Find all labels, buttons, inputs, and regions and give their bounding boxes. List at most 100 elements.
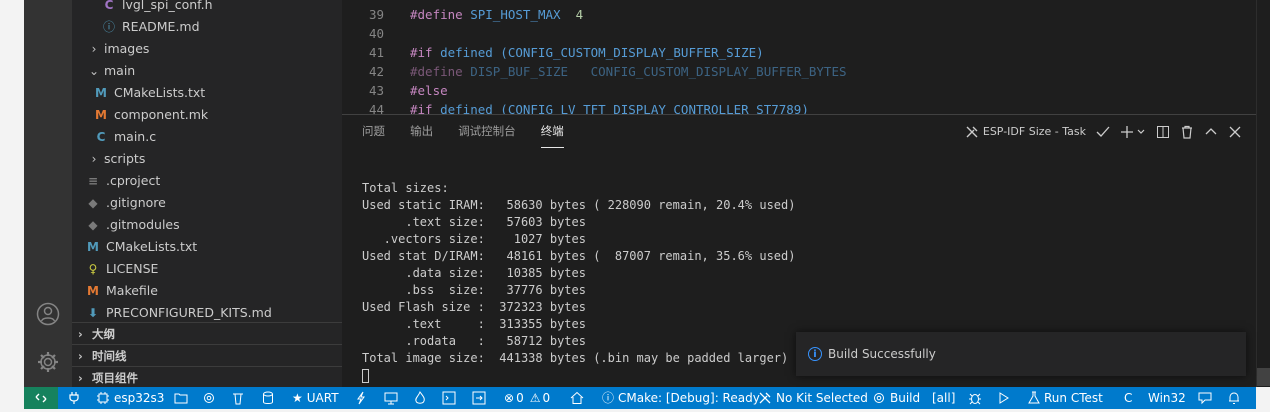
settings-file-icon: ≡ [87, 174, 99, 188]
terminal-output[interactable]: Total sizes: Used static IRAM: 58630 byte… [362, 180, 795, 367]
debug-icon[interactable] [968, 387, 986, 409]
tree-folder-scripts[interactable]: › scripts [72, 148, 342, 170]
terminal-cursor [362, 369, 369, 383]
makefile-icon: M [87, 284, 99, 298]
home-icon[interactable] [570, 387, 588, 409]
code-line: 43 #else [342, 81, 448, 100]
gear-icon[interactable] [202, 387, 220, 409]
terminal-line: .text size: 57603 bytes [362, 215, 586, 229]
tree-item-main-c[interactable]: Cmain.c [72, 126, 342, 148]
section-project-components[interactable]: › 项目组件 [72, 366, 342, 388]
tree-item-label: scripts [104, 151, 146, 166]
remote-indicator[interactable] [24, 387, 58, 409]
code-line: 40 [342, 24, 410, 43]
tree-item-cproject[interactable]: ≡ .cproject [72, 170, 342, 192]
cmake-file-icon: M [95, 86, 107, 100]
terminal-line: Total image size: 441338 bytes (.bin may… [362, 351, 789, 365]
platform-selector[interactable]: Win32 [1148, 387, 1186, 409]
notification-message: Build Successfully [828, 347, 936, 361]
new-terminal-button[interactable] [1120, 125, 1146, 139]
tree-folder-images[interactable]: › images [72, 38, 342, 60]
tree-item-main-cmakelists[interactable]: M CMakeLists.txt [72, 82, 342, 104]
tab-debug-console[interactable]: 调试控制台 [458, 115, 516, 148]
section-timeline[interactable]: › 时间线 [72, 344, 342, 366]
flame-icon[interactable] [414, 387, 430, 409]
error-count: 0 [516, 391, 524, 405]
tree-item-readme[interactable]: ⓘ README.md [72, 16, 342, 38]
flash-icon[interactable] [356, 387, 370, 409]
code-text: DISP_BUF_SIZE CONFIG_CUSTOM_DISPLAY_BUFF… [462, 64, 847, 79]
language-mode[interactable]: C [1124, 387, 1132, 409]
feedback-icon[interactable] [1198, 387, 1216, 409]
cmake-label: CMake: [Debug]: Ready [618, 391, 760, 405]
play-icon[interactable] [998, 387, 1014, 409]
tab-terminal[interactable]: 终端 [540, 116, 564, 148]
uart-button[interactable]: ★ UART [292, 387, 339, 409]
split-terminal-icon[interactable] [1156, 125, 1170, 139]
run-task-icon[interactable] [472, 387, 490, 409]
build-button[interactable]: Build [872, 387, 920, 409]
kit-selector[interactable]: No Kit Selected [758, 387, 868, 409]
problems-indicator[interactable]: ⊗ 0 ⚠ 0 [504, 387, 550, 409]
tree-item-makefile[interactable]: M Makefile [72, 280, 342, 302]
info-icon: ⓘ [102, 20, 115, 34]
panel-tabs: 问题 输出 调试控制台 终端 [362, 115, 584, 148]
tree-item-root-cmakelists[interactable]: M CMakeLists.txt [72, 236, 342, 258]
account-icon[interactable] [36, 302, 60, 326]
trash-icon[interactable] [232, 387, 248, 409]
ctest-button[interactable]: Run CTest [1028, 387, 1103, 409]
info-icon: i [808, 347, 822, 361]
tree-item-label: .gitignore [106, 195, 166, 210]
gear-icon[interactable] [36, 350, 60, 374]
line-number: 41 [368, 45, 384, 60]
terminal-line: .bss size: 37776 bytes [362, 283, 586, 297]
tree-item-lvgl-spi-conf[interactable]: Clvgl_spi_conf.h [72, 0, 342, 16]
tree-item-license[interactable]: ♀ LICENSE [72, 258, 342, 280]
trash-icon[interactable] [1180, 125, 1194, 139]
tab-output[interactable]: 输出 [410, 115, 433, 148]
build-target-label: [all] [932, 391, 956, 405]
platform-label: Win32 [1148, 391, 1186, 405]
tab-problems[interactable]: 问题 [362, 115, 385, 148]
bell-icon[interactable] [1228, 387, 1244, 409]
target-selector[interactable]: esp32s3 [96, 387, 164, 409]
build-target-selector[interactable]: [all] [932, 387, 955, 409]
monitor-icon[interactable] [384, 387, 402, 409]
warning-icon: ⚠ [529, 391, 541, 405]
cmake-status[interactable]: ⓘ CMake: [Debug]: Ready [602, 387, 760, 409]
plug-icon[interactable] [68, 387, 84, 409]
tree-item-label: CMakeLists.txt [106, 239, 198, 254]
tree-folder-main[interactable]: ⌄ main [72, 60, 342, 82]
tree-item-gitmodules[interactable]: ◆ .gitmodules [72, 214, 342, 236]
line-number: 42 [368, 64, 384, 79]
terminal-icon[interactable] [442, 387, 460, 409]
tree-item-component-mk[interactable]: Mcomponent.mk [72, 104, 342, 126]
terminal-line: Total sizes: [362, 181, 449, 195]
tree-item-label: main.c [114, 129, 157, 144]
tree-item-gitignore[interactable]: ◆ .gitignore [72, 192, 342, 214]
folder-icon[interactable] [174, 387, 192, 409]
code-line: 42 #define DISP_BUF_SIZE CONFIG_CUSTOM_DI… [342, 62, 847, 81]
section-outline[interactable]: › 大纲 [72, 322, 342, 344]
vertical-scrollbar[interactable] [1256, 0, 1270, 387]
status-bar: esp32s3 ★ UART ⊗ 0 ⚠ 0 ⓘ CMake: [Debug]: Read… [24, 387, 1256, 409]
close-icon[interactable] [1228, 125, 1242, 139]
markdown-download-icon: ⬇ [87, 306, 99, 320]
database-icon[interactable] [262, 387, 278, 409]
check-icon[interactable] [1096, 125, 1110, 139]
tree-item-label: README.md [122, 19, 200, 34]
task-selector[interactable]: ESP-IDF Size - Task [965, 125, 1086, 139]
terminal-line: Used static IRAM: 58630 bytes ( 228090 r… [362, 198, 796, 212]
tree-item-label: main [104, 63, 136, 78]
tools-icon [759, 392, 771, 404]
code-editor[interactable]: 39 #define SPI_HOST_MAX 4 40 41 #if define… [342, 0, 1256, 114]
scrollbar-thumb[interactable] [1257, 368, 1270, 386]
line-number: 44 [368, 102, 384, 114]
chevron-up-icon[interactable] [1204, 125, 1218, 139]
terminal-line: Used stat D/IRAM: 48161 bytes ( 87007 re… [362, 249, 796, 263]
tree-item-label: lvgl_spi_conf.h [122, 0, 213, 12]
notification-toast[interactable]: i Build Successfully [796, 332, 1246, 376]
terminal-line: Used Flash size : 372323 bytes [362, 300, 586, 314]
tree-item-preconfigured-kits[interactable]: ⬇ PRECONFIGURED_KITS.md [72, 302, 342, 322]
code-line: 44 #if defined (CONFIG_LV_TFT_DISPLAY_CON… [342, 100, 809, 114]
